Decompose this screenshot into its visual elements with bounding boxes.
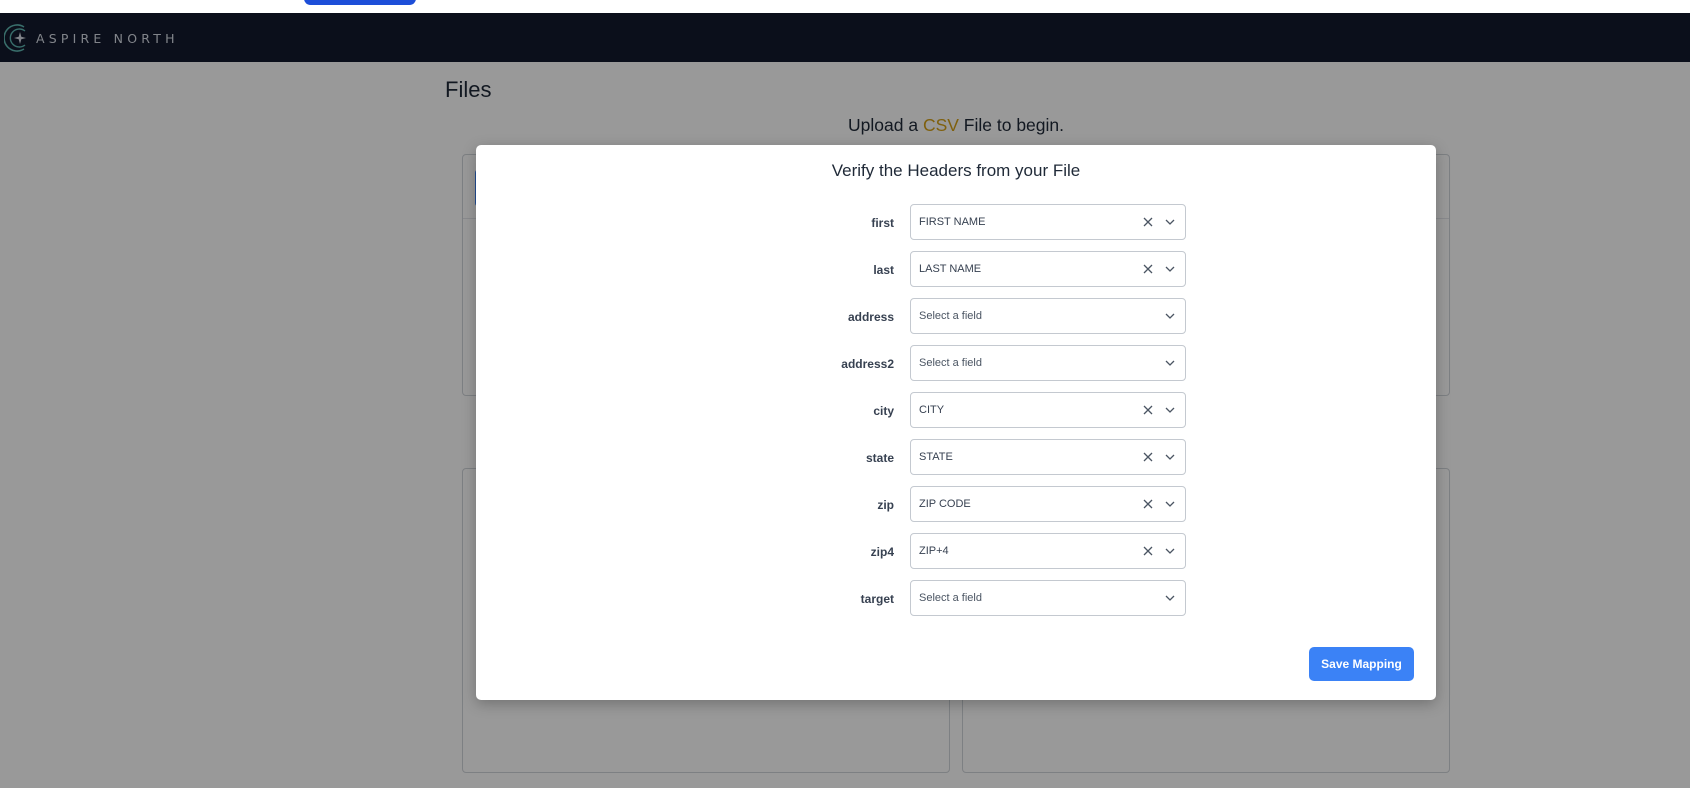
field-select-last[interactable]: LAST NAME bbox=[910, 251, 1186, 287]
select-placeholder: Select a field bbox=[919, 357, 982, 369]
field-label: last bbox=[873, 263, 894, 277]
field-label: state bbox=[865, 451, 894, 465]
header-mapping-modal: Verify the Headers from your File first F… bbox=[476, 145, 1436, 700]
field-row-first: first FIRST NAME bbox=[476, 204, 1436, 242]
clear-icon[interactable] bbox=[1142, 545, 1154, 557]
select-value: LAST NAME bbox=[919, 263, 982, 275]
app-viewport: ASPIRE NORTH Files Upload a CSV File to … bbox=[0, 0, 1690, 788]
field-label: city bbox=[873, 404, 894, 418]
field-select-address[interactable]: Select a field bbox=[910, 298, 1186, 334]
select-value: ZIP CODE bbox=[919, 498, 971, 510]
field-select-state[interactable]: STATE bbox=[910, 439, 1186, 475]
chevron-down-icon[interactable] bbox=[1164, 217, 1176, 227]
browser-top-strip bbox=[0, 0, 1690, 13]
field-label: address2 bbox=[841, 357, 894, 371]
field-select-target[interactable]: Select a field bbox=[910, 580, 1186, 616]
field-label: zip4 bbox=[870, 545, 894, 559]
save-mapping-button[interactable]: Save Mapping bbox=[1309, 647, 1414, 681]
chevron-down-icon[interactable] bbox=[1164, 593, 1176, 603]
select-value: ZIP+4 bbox=[919, 545, 949, 557]
top-tab-pill[interactable] bbox=[304, 0, 416, 5]
field-label: address bbox=[847, 310, 894, 324]
field-row-city: city CITY bbox=[476, 392, 1436, 430]
select-value: STATE bbox=[919, 451, 953, 463]
field-select-first[interactable]: FIRST NAME bbox=[910, 204, 1186, 240]
field-row-zip4: zip4 ZIP+4 bbox=[476, 533, 1436, 571]
field-row-address: address Select a field bbox=[476, 298, 1436, 336]
field-row-zip: zip ZIP CODE bbox=[476, 486, 1436, 524]
field-select-address2[interactable]: Select a field bbox=[910, 345, 1186, 381]
field-select-zip4[interactable]: ZIP+4 bbox=[910, 533, 1186, 569]
select-value: CITY bbox=[919, 404, 945, 416]
modal-title: Verify the Headers from your File bbox=[831, 161, 1081, 180]
chevron-down-icon[interactable] bbox=[1164, 405, 1176, 415]
field-row-target: target Select a field bbox=[476, 580, 1436, 618]
chevron-down-icon[interactable] bbox=[1164, 546, 1176, 556]
chevron-down-icon[interactable] bbox=[1164, 311, 1176, 321]
select-value: FIRST NAME bbox=[919, 216, 986, 228]
clear-icon[interactable] bbox=[1142, 216, 1154, 228]
field-row-address2: address2 Select a field bbox=[476, 345, 1436, 383]
field-select-city[interactable]: CITY bbox=[910, 392, 1186, 428]
clear-icon[interactable] bbox=[1142, 404, 1154, 416]
field-label: zip bbox=[877, 498, 894, 512]
chevron-down-icon[interactable] bbox=[1164, 358, 1176, 368]
chevron-down-icon[interactable] bbox=[1164, 499, 1176, 509]
field-label: first bbox=[871, 216, 894, 230]
field-label: target bbox=[860, 592, 894, 606]
select-placeholder: Select a field bbox=[919, 592, 982, 604]
clear-icon[interactable] bbox=[1142, 263, 1154, 275]
chevron-down-icon[interactable] bbox=[1164, 264, 1176, 274]
clear-icon[interactable] bbox=[1142, 498, 1154, 510]
field-row-state: state STATE bbox=[476, 439, 1436, 477]
select-placeholder: Select a field bbox=[919, 310, 982, 322]
field-select-zip[interactable]: ZIP CODE bbox=[910, 486, 1186, 522]
field-row-last: last LAST NAME bbox=[476, 251, 1436, 289]
chevron-down-icon[interactable] bbox=[1164, 452, 1176, 462]
clear-icon[interactable] bbox=[1142, 451, 1154, 463]
